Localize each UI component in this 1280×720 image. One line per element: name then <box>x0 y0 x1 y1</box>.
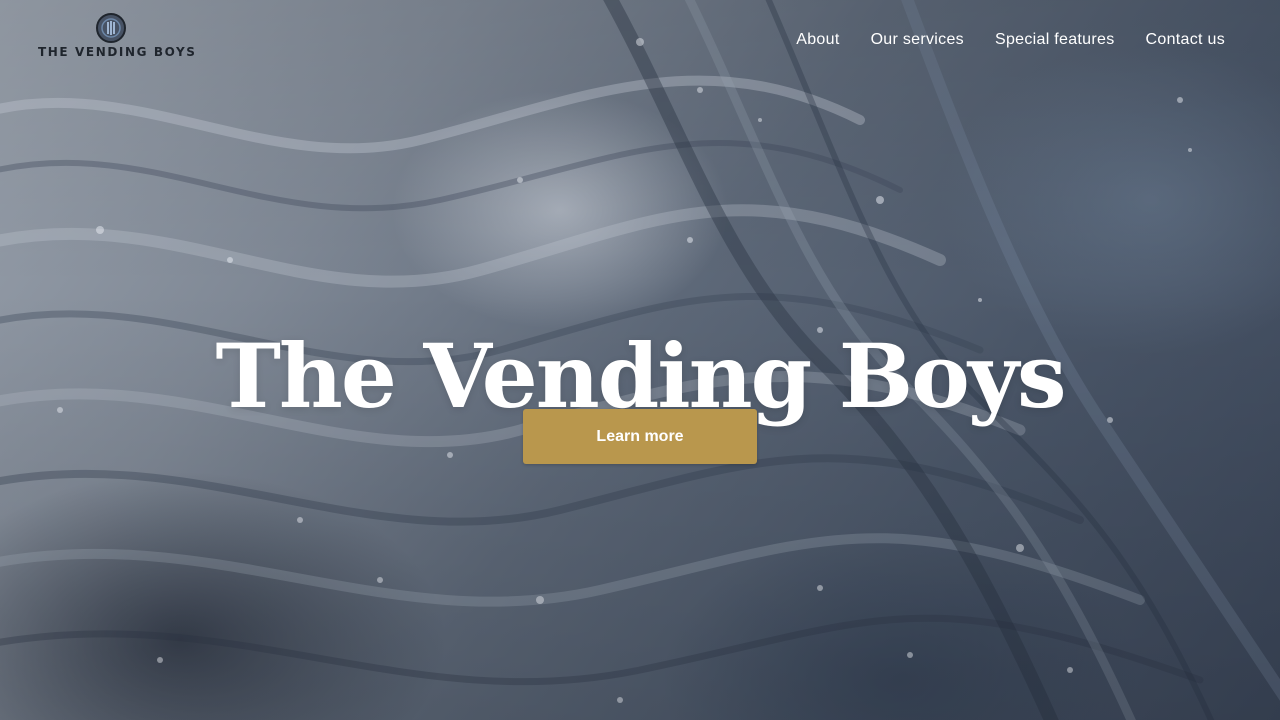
site-logo[interactable]: THE VENDING BOYS <box>38 12 197 62</box>
nav-link-contact-us[interactable]: Contact us <box>1146 29 1225 51</box>
nav-link-our-services[interactable]: Our services <box>871 29 964 51</box>
nav-link-about[interactable]: About <box>796 29 839 51</box>
vending-emblem-icon <box>96 13 126 43</box>
nav-link-special-features[interactable]: Special features <box>995 29 1115 51</box>
logo-wordmark: THE VENDING BOYS <box>38 45 197 59</box>
main-nav: About Our services Special features Cont… <box>796 29 1225 51</box>
learn-more-button[interactable]: Learn more <box>523 409 757 464</box>
